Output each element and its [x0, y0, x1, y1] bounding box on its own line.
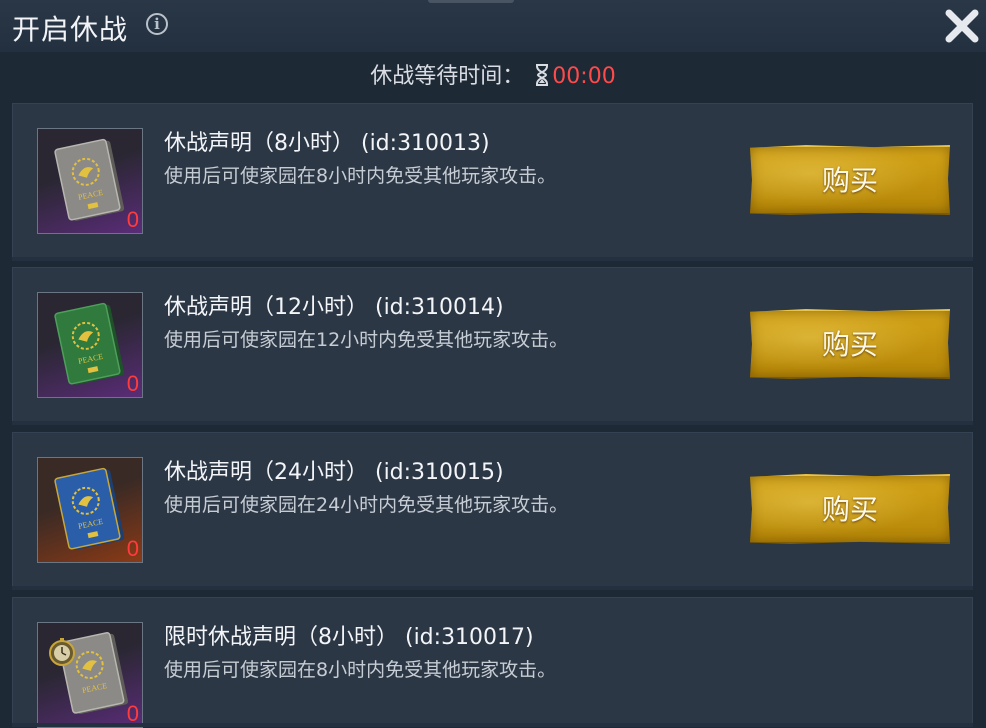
hourglass-icon [536, 64, 549, 86]
item-icon-frame[interactable]: PEACE 0 [37, 128, 143, 234]
truce-wait-row: 休战等待时间： 00:00 [0, 58, 986, 92]
top-tab-handle [428, 0, 514, 3]
header-bar: 开启休战 i [0, 0, 986, 52]
item-card: PEACE 0 休战声明（12小时） (id:310014) 使用后可使家园在1… [12, 267, 973, 425]
item-card: PEACE 0 休战声明（24小时） (id:310015) 使用后可使家园在2… [12, 432, 973, 590]
buy-button-label: 购买 [821, 328, 878, 361]
item-card: PEACE 0 休战声明（8小时） (id:310013) 使用后可使家园在8小… [12, 103, 973, 261]
item-description: 使用后可使家园在24小时内免受其他玩家攻击。 [164, 494, 569, 516]
item-count: 0 [126, 536, 139, 561]
buy-button[interactable]: 购买 [750, 474, 950, 544]
buy-button-label: 购买 [821, 164, 878, 197]
item-name: 休战声明（8小时） (id:310013) [164, 131, 490, 156]
item-icon-frame[interactable]: PEACE 0 [37, 622, 143, 728]
truce-wait-time: 00:00 [552, 64, 616, 89]
buy-button[interactable]: 购买 [750, 145, 950, 215]
item-name: 限时休战声明（8小时） (id:310017) [164, 625, 534, 650]
item-description: 使用后可使家园在12小时内免受其他玩家攻击。 [164, 329, 569, 351]
info-icon[interactable]: i [146, 13, 168, 35]
item-name: 休战声明（12小时） (id:310014) [164, 295, 504, 320]
item-card: PEACE 0 限时休战声明（8小时） (id:310017) 使用后可使家园在… [12, 597, 973, 728]
page-title: 开启休战 [12, 13, 129, 46]
item-description: 使用后可使家园在8小时内免受其他玩家攻击。 [164, 165, 557, 187]
item-icon-frame[interactable]: PEACE 0 [37, 457, 143, 563]
item-description: 使用后可使家园在8小时内免受其他玩家攻击。 [164, 659, 557, 681]
close-icon[interactable] [942, 6, 982, 46]
buy-button-label: 购买 [821, 493, 878, 526]
item-icon-frame[interactable]: PEACE 0 [37, 292, 143, 398]
item-count: 0 [126, 701, 139, 726]
item-count: 0 [126, 207, 139, 232]
item-count: 0 [126, 371, 139, 396]
buy-button[interactable]: 购买 [750, 309, 950, 379]
item-name: 休战声明（24小时） (id:310015) [164, 460, 504, 485]
truce-wait-label: 休战等待时间： [370, 64, 525, 89]
